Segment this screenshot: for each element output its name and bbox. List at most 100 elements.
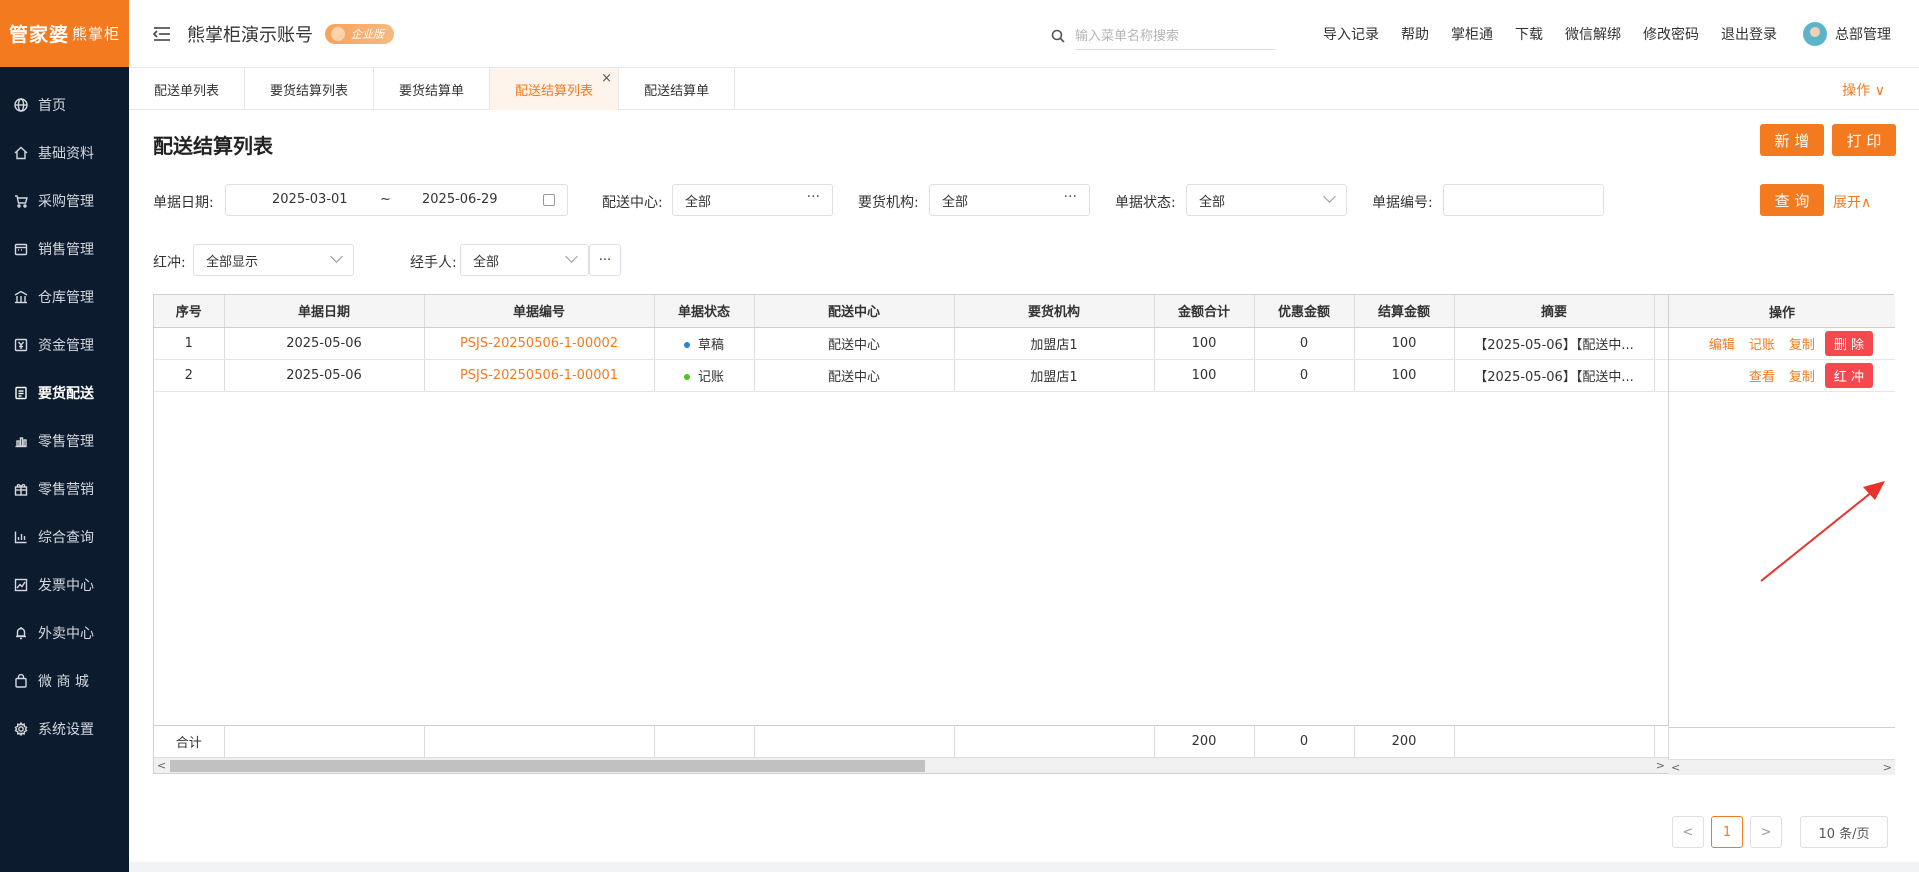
brand-logo[interactable]: 管家婆 熊掌柜 (0, 0, 129, 67)
top-link-6[interactable]: 退出登录 (1721, 24, 1777, 44)
handler-more-button[interactable]: ··· (589, 244, 621, 276)
top-link-1[interactable]: 帮助 (1401, 24, 1429, 44)
tab-4[interactable]: 配送结算单 (619, 68, 736, 110)
sidebar-item-12[interactable]: 微 商 城 (0, 657, 129, 705)
warehouse-icon (14, 290, 28, 304)
column-header-2[interactable]: 单据编号 (424, 295, 655, 328)
red-label: 红冲: (153, 255, 186, 271)
column-header-6[interactable]: 金额合计 (1154, 295, 1255, 328)
main-content: 配送结算列表 新 增 打 印 单据日期: 2025-03-01 ~ 2025-0… (129, 110, 1919, 862)
horizontal-scrollbar[interactable]: < > (154, 757, 1668, 773)
sidebar-item-5[interactable]: 资金管理 (0, 321, 129, 369)
center-select[interactable]: 全部 ··· (672, 184, 833, 216)
column-header-7[interactable]: 优惠金额 (1254, 295, 1355, 328)
column-header-0[interactable]: 序号 (154, 295, 225, 328)
sidebar-item-8[interactable]: 零售营销 (0, 465, 129, 513)
sidebar-item-11[interactable]: 外卖中心 (0, 609, 129, 657)
prev-page-button[interactable]: < (1672, 816, 1704, 848)
sidebar-item-7[interactable]: 零售管理 (0, 417, 129, 465)
close-icon[interactable]: × (601, 71, 612, 86)
cell-no[interactable]: PSJS-20250506-1-00001 (424, 359, 655, 392)
top-link-5[interactable]: 修改密码 (1643, 24, 1699, 44)
cell-no[interactable]: PSJS-20250506-1-00002 (424, 327, 655, 360)
expand-link[interactable]: 展开∧ (1833, 192, 1871, 212)
top-link-0[interactable]: 导入记录 (1323, 24, 1379, 44)
op-link-0[interactable]: 编辑 (1709, 334, 1735, 353)
sidebar-item-label: 综合查询 (38, 530, 94, 546)
data-table: 序号 单据日期 单据编号 单据状态 配送中心 要货机构 金额合计 优惠金额 结算金额 摘要 1 20… (154, 295, 1669, 392)
column-header-1[interactable]: 单据日期 (224, 295, 425, 328)
column-header-4[interactable]: 配送中心 (754, 295, 955, 328)
tab-3[interactable]: 配送结算列表 × (490, 68, 620, 110)
sidebar-item-6[interactable]: 要货配送 (0, 369, 129, 417)
sidebar-item-1[interactable]: 基础资料 (0, 129, 129, 177)
op-link-2[interactable]: 复制 (1789, 334, 1815, 353)
center-value: 全部 (685, 194, 712, 210)
sidebar-item-4[interactable]: 仓库管理 (0, 273, 129, 321)
add-button[interactable]: 新 增 (1760, 124, 1824, 156)
calendar-icon (14, 242, 28, 256)
avatar[interactable] (1803, 22, 1827, 46)
top-link-3[interactable]: 下载 (1515, 24, 1543, 44)
calendar-icon (543, 194, 555, 206)
date-range-picker[interactable]: 2025-03-01 ~ 2025-06-29 (225, 184, 568, 216)
menu-toggle-icon[interactable] (153, 25, 171, 43)
column-header-8[interactable]: 结算金额 (1354, 295, 1455, 328)
handler-select[interactable]: 全部 (460, 244, 589, 276)
ops-scrollbar[interactable]: < > (1668, 759, 1895, 775)
scroll-thumb[interactable] (170, 760, 925, 772)
chevron-down-icon (565, 250, 578, 263)
tab-label: 要货结算单 (399, 83, 465, 99)
page-size-select[interactable]: 10 条/页 (1800, 816, 1888, 848)
brand-sub: 熊掌柜 (72, 25, 121, 43)
top-link-2[interactable]: 掌柜通 (1451, 24, 1493, 44)
top-link-4[interactable]: 微信解绑 (1565, 24, 1621, 44)
sidebar-item-10[interactable]: 发票中心 (0, 561, 129, 609)
sidebar-item-0[interactable]: 首页 (0, 81, 129, 129)
cell-date: 2025-05-06 (224, 327, 425, 360)
sidebar-item-2[interactable]: 采购管理 (0, 177, 129, 225)
annotation-arrow (1760, 481, 1885, 582)
top-header: 熊掌柜演示账号 企业版 导入记录 帮助 掌柜通 下载 微信解绑 修改密码 退出登录 总部管理 (129, 0, 1919, 68)
page-1-button[interactable]: 1 (1711, 816, 1743, 848)
org-label: 要货机构: (858, 195, 919, 211)
search-icon (1051, 29, 1065, 43)
status-select[interactable]: 全部 (1186, 184, 1347, 216)
status-text: 记账 (697, 369, 724, 385)
org-select[interactable]: 全部 ··· (929, 184, 1090, 216)
column-header-5[interactable]: 要货机构 (954, 295, 1155, 328)
column-header-3[interactable]: 单据状态 (654, 295, 755, 328)
scroll-right-icon[interactable]: > (1656, 759, 1665, 772)
column-header-10[interactable] (1654, 295, 1669, 328)
scroll-left-icon[interactable]: < (157, 759, 166, 772)
cell-memo: 【2025-05-06】【配送中... (1454, 327, 1655, 360)
date-from: 2025-03-01 (272, 192, 348, 207)
gear-icon (14, 722, 28, 736)
tab-1[interactable]: 要货结算列表 (245, 68, 375, 110)
table-row[interactable]: 2 2025-05-06 PSJS-20250506-1-00001 记账 配送中心 加盟… (154, 359, 1669, 392)
sidebar-item-3[interactable]: 销售管理 (0, 225, 129, 273)
tab-0[interactable]: 配送单列表 (129, 68, 246, 110)
user-name[interactable]: 总部管理 (1835, 24, 1891, 44)
status-dot (683, 342, 690, 348)
sidebar-item-13[interactable]: 系统设置 (0, 705, 129, 753)
sidebar-item-label: 系统设置 (38, 722, 94, 738)
table-row[interactable]: 1 2025-05-06 PSJS-20250506-1-00002 草稿 配送中心 加盟… (154, 327, 1669, 360)
sidebar-item-label: 零售管理 (38, 434, 94, 450)
column-header-9[interactable]: 摘要 (1454, 295, 1655, 328)
cell-memo: 【2025-05-06】【配送中... (1454, 359, 1655, 392)
query-button[interactable]: 查 询 (1760, 184, 1824, 216)
edition-badge: 企业版 (325, 23, 394, 44)
print-button[interactable]: 打 印 (1832, 124, 1896, 156)
op-danger-button[interactable]: 删 除 (1824, 331, 1873, 356)
home-icon (14, 146, 28, 160)
red-select[interactable]: 全部显示 (193, 244, 354, 276)
menu-search-input[interactable] (1075, 22, 1275, 50)
doc-no-input[interactable] (1443, 184, 1604, 216)
next-page-button[interactable]: > (1750, 816, 1782, 848)
op-link-1[interactable]: 记账 (1749, 334, 1775, 353)
sidebar-item-9[interactable]: 综合查询 (0, 513, 129, 561)
red-value: 全部显示 (206, 254, 259, 270)
tab-operate-menu[interactable]: 操作 ∨ (1842, 80, 1885, 100)
tab-2[interactable]: 要货结算单 (374, 68, 491, 110)
